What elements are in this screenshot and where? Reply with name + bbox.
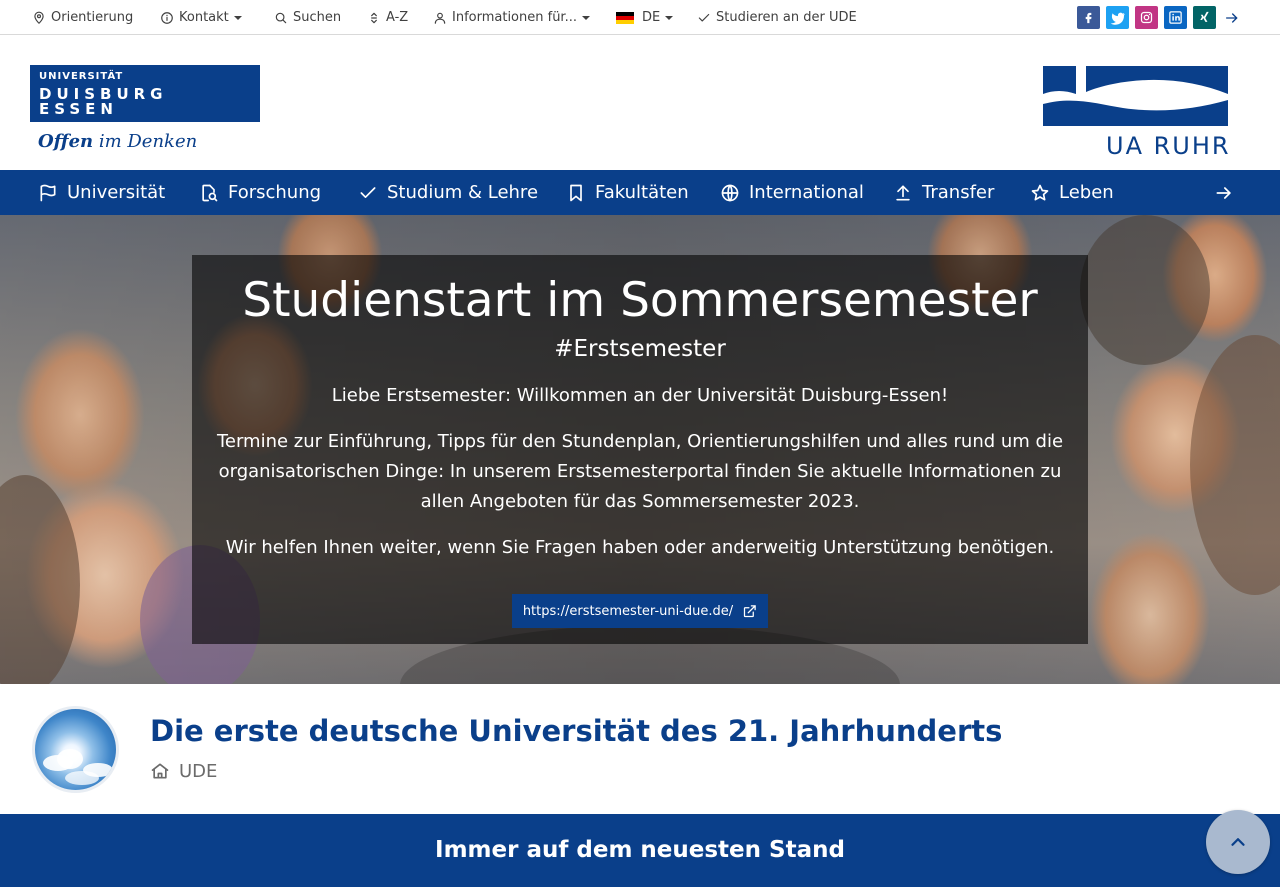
flag-icon [40, 184, 56, 201]
nav-international-label: International [749, 182, 864, 203]
caret-down-icon [582, 15, 590, 20]
document-search-icon [202, 184, 218, 201]
breadcrumb[interactable]: UDE [150, 759, 217, 783]
ua-ruhr-text: UA RUHR [1106, 132, 1228, 156]
nav-more-button[interactable] [1214, 170, 1234, 215]
nav-studium-lehre-label: Studium & Lehre [387, 182, 539, 203]
twitter-link[interactable] [1106, 6, 1129, 29]
arrow-right-icon [1226, 12, 1238, 23]
utility-bar: Orientierung Kontakt Suchen A-Z Informat… [0, 0, 1280, 35]
home-icon [151, 763, 169, 779]
page-title: Die erste deutsche Universität des 21. J… [150, 714, 1003, 748]
nav-leben-label: Leben [1059, 182, 1114, 203]
bookmark-icon [570, 184, 582, 201]
language-dropdown[interactable]: DE [616, 0, 674, 35]
erstsemester-portal-link[interactable]: https://erstsemester-uni-due.de/ [512, 594, 768, 628]
hero-paragraph-1: Liebe Erstsemester: Willkommen an der Un… [331, 385, 949, 406]
linkedin-link[interactable] [1164, 6, 1187, 29]
erstsemester-link-label: https://erstsemester-uni-due.de/ [522, 603, 734, 619]
audience-dropdown[interactable]: Informationen für... [433, 0, 590, 35]
hero-text-panel: Studienstart im Sommersemester #Erstseme… [192, 255, 1088, 644]
hero-subtitle: #Erstsemester [554, 336, 726, 362]
nav-leben[interactable]: Leben [1030, 170, 1114, 215]
logo-claim: Offen im Denken [38, 131, 197, 152]
hero-title: Studienstart im Sommersemester [242, 273, 1038, 328]
logo-line-3: ESSEN [39, 100, 118, 118]
search-icon [275, 12, 287, 23]
xing-link[interactable] [1193, 6, 1216, 29]
globe-icon [721, 184, 739, 201]
nav-international[interactable]: International [720, 170, 864, 215]
sort-icon [371, 12, 377, 23]
ude-logo[interactable]: UNIVERSITÄT DUISBURG ESSEN [30, 65, 260, 122]
sky-avatar [32, 706, 119, 793]
contact-dropdown[interactable]: Kontakt [160, 0, 242, 35]
nav-transfer[interactable]: Transfer [893, 170, 994, 215]
audience-label: Informationen für... [452, 10, 577, 25]
arrow-right-icon [1216, 186, 1231, 199]
nav-transfer-label: Transfer [922, 182, 995, 203]
study-at-ude-link[interactable]: Studieren an der UDE [697, 0, 857, 35]
instagram-icon [1140, 11, 1153, 24]
german-flag-icon [616, 11, 634, 24]
nav-universitaet-label: Universität [67, 182, 166, 203]
logo-line-1: UNIVERSITÄT [39, 71, 124, 82]
caret-down-icon [233, 15, 242, 20]
hero-banner: Studienstart im Sommersemester #Erstseme… [0, 215, 1280, 684]
claim-rest: im Denken [93, 131, 198, 152]
a-z-label: A-Z [386, 10, 409, 25]
more-topbar-button[interactable] [1224, 0, 1245, 35]
scroll-to-top-button[interactable] [1206, 810, 1270, 874]
twitter-icon [1110, 12, 1125, 25]
news-band-title: Immer auf dem neuesten Stand [435, 837, 845, 863]
xing-icon [1200, 11, 1209, 22]
main-navigation: Universität Forschung Studium & Lehre Fa… [0, 170, 1280, 215]
nav-forschung[interactable]: Forschung [199, 170, 321, 215]
upload-icon [896, 185, 910, 200]
contact-label: Kontakt [179, 10, 229, 25]
breadcrumb-home-label: UDE [179, 760, 218, 782]
ua-ruhr-logo[interactable]: UA RUHR [1043, 66, 1228, 156]
claim-bold: Offen [38, 131, 94, 152]
news-band: Immer auf dem neuesten Stand [0, 814, 1280, 887]
chevron-up-icon [1231, 838, 1245, 846]
caret-down-icon [665, 15, 674, 20]
nav-fakultaeten[interactable]: Fakultäten [566, 170, 689, 215]
linkedin-icon [1169, 11, 1182, 24]
info-icon [161, 11, 173, 24]
external-link-icon [744, 604, 756, 617]
hero-paragraph-2: Termine zur Einführung, Tipps für den St… [216, 431, 1064, 512]
facebook-icon [1085, 12, 1092, 24]
nav-forschung-label: Forschung [228, 182, 322, 203]
check-icon [360, 186, 376, 198]
search-link[interactable]: Suchen [274, 0, 341, 35]
user-icon [434, 12, 446, 24]
orientation-link[interactable]: Orientierung [32, 0, 133, 35]
map-pin-icon [34, 11, 44, 24]
nav-studium-lehre[interactable]: Studium & Lehre [358, 170, 538, 215]
instagram-link[interactable] [1135, 6, 1158, 29]
facebook-link[interactable] [1077, 6, 1100, 29]
hero-paragraph-3: Wir helfen Ihnen weiter, wenn Sie Fragen… [225, 537, 1055, 558]
a-z-link[interactable]: A-Z [367, 0, 408, 35]
star-icon [1031, 184, 1049, 200]
search-label: Suchen [293, 10, 342, 25]
orientation-label: Orientierung [51, 10, 134, 25]
language-label: DE [642, 10, 661, 25]
study-at-ude-label: Studieren an der UDE [716, 10, 857, 25]
nav-fakultaeten-label: Fakultäten [595, 182, 689, 203]
check-icon [698, 13, 710, 21]
nav-universitaet[interactable]: Universität [38, 170, 165, 215]
